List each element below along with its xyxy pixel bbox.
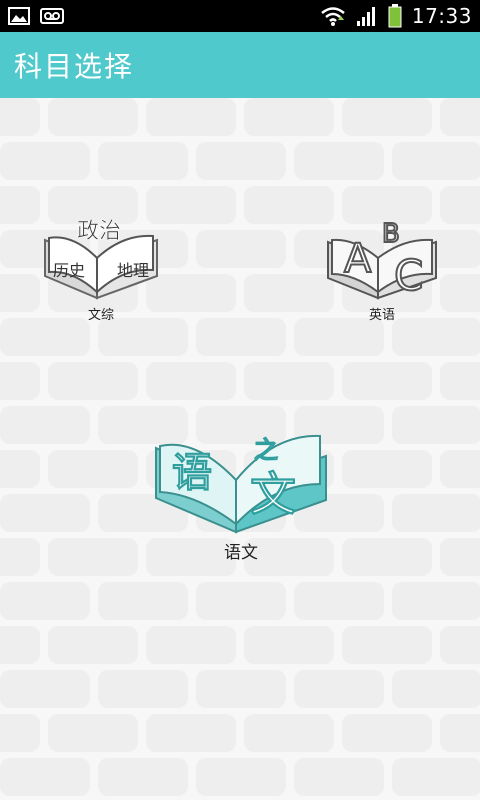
book-letter: A — [344, 236, 372, 282]
book-char: 之 — [254, 436, 278, 464]
subject-wenzong-button[interactable]: 政治 历史 地理 文综 — [36, 210, 166, 323]
status-bar: 17:33 — [0, 0, 480, 32]
subject-label: 语文 — [224, 543, 258, 563]
book-letter: B — [382, 219, 400, 249]
subject-label: 文综 — [87, 308, 114, 323]
abc-book-icon: A B C — [327, 218, 437, 301]
voicemail-icon — [40, 7, 64, 25]
signal-icon — [356, 5, 378, 27]
page-title: 科目选择 — [14, 50, 135, 83]
book-char: 语 — [172, 450, 212, 496]
wifi-icon — [320, 5, 346, 27]
book-letter: C — [394, 251, 423, 300]
book-word: 政治 — [77, 219, 121, 244]
book-word: 历史 — [53, 261, 85, 280]
subject-grid: 政治 历史 地理 文综 A B C 英语 语 之 文 语文 — [0, 98, 480, 800]
book-word: 地理 — [117, 261, 149, 280]
subject-chinese-button[interactable]: 语 之 文 语文 — [148, 412, 334, 563]
book-char: 文 — [250, 467, 296, 521]
history-politics-book-icon: 政治 历史 地理 — [44, 219, 158, 300]
status-time: 17:33 — [411, 4, 472, 28]
app-bar: 科目选择 — [0, 32, 480, 98]
subject-label: 英语 — [368, 308, 395, 323]
battery-icon — [388, 4, 402, 28]
gallery-icon — [8, 7, 30, 25]
subject-english-button[interactable]: A B C 英语 — [320, 212, 444, 323]
chinese-book-icon: 语 之 文 — [155, 434, 327, 534]
